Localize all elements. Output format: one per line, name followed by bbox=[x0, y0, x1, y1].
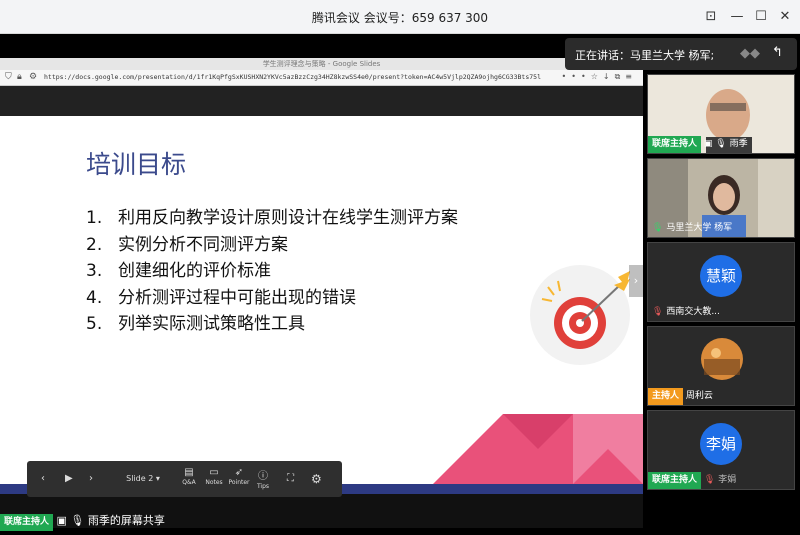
pointer-icon: ➶ bbox=[234, 467, 244, 478]
return-icon[interactable]: ↰ bbox=[772, 45, 783, 60]
maximize-icon[interactable]: ☐ bbox=[750, 6, 772, 28]
mic-icon: 🎙︎ bbox=[715, 139, 727, 149]
participant-nameplate: 联席主持人 ▣ 🎙︎ 雨季 bbox=[648, 136, 794, 153]
screen-share-label: 联席主持人 ▣ 🎙︎ 雨季的屏幕共享 bbox=[0, 512, 165, 531]
participant-name: 雨季 bbox=[729, 139, 748, 149]
participant-tile[interactable]: 🎙︎ 马里兰大学 杨军 bbox=[647, 158, 795, 238]
shared-browser-window: 学生测评理念与策略 - Google Slides ⛉ 🔒︎ ⚙ https:/… bbox=[0, 58, 643, 528]
pin-icon[interactable]: ⊡ bbox=[700, 6, 722, 28]
participant-name: 李娟 bbox=[718, 475, 737, 485]
avatar bbox=[701, 338, 743, 380]
mic-icon: 🎙︎ bbox=[70, 514, 85, 527]
browser-dark-band bbox=[0, 86, 643, 116]
qa-icon: ▤ bbox=[184, 467, 194, 478]
participant-name: 西南交大教... bbox=[666, 307, 720, 317]
mic-muted-icon: 🎙︎ bbox=[703, 475, 716, 485]
notes-button[interactable]: ▭ Notes bbox=[203, 461, 225, 497]
play-icon[interactable]: ▶ bbox=[65, 461, 73, 497]
list-item: 5. 列举实际测试策略性工具 bbox=[86, 314, 305, 334]
cohost-badge: 联席主持人 bbox=[0, 514, 54, 531]
slide-selector[interactable]: Slide 2 ▾ bbox=[119, 461, 167, 497]
participant-tile[interactable]: 主持人 周利云 bbox=[647, 326, 795, 406]
decorative-shapes bbox=[433, 414, 643, 484]
next-icon[interactable]: › bbox=[89, 461, 93, 497]
participant-name: 马里兰大学 杨军 bbox=[666, 223, 733, 233]
target-icon bbox=[530, 265, 630, 365]
previous-icon[interactable]: ‹ bbox=[41, 461, 45, 497]
audio-wave-icon: ◆◆ bbox=[740, 46, 760, 61]
speaker-text: 正在讲话：马里兰大学 杨军; bbox=[575, 49, 715, 62]
participant-nameplate: 主持人 周利云 bbox=[648, 388, 794, 405]
avatar: 慧颖 bbox=[700, 255, 742, 297]
cohost-badge: 联席主持人 bbox=[648, 136, 702, 153]
info-icon: ⓘ bbox=[258, 471, 268, 482]
minimize-icon[interactable]: — bbox=[726, 6, 748, 28]
tips-button[interactable]: ⓘ Tips bbox=[253, 461, 273, 497]
avatar: 李娟 bbox=[700, 423, 742, 465]
host-badge: 主持人 bbox=[648, 388, 684, 405]
participant-tile[interactable]: 慧颖 🎙︎ 西南交大教... bbox=[647, 242, 795, 322]
screen-share-icon: ▣ bbox=[703, 139, 713, 149]
screen-share-icon: ▣ bbox=[56, 514, 67, 527]
list-item: 4. 分析测评过程中可能出现的错误 bbox=[86, 287, 356, 308]
share-owner: 雨季的屏幕共享 bbox=[87, 514, 165, 527]
mic-icon: 🎙︎ bbox=[652, 223, 664, 233]
cohost-badge: 联席主持人 bbox=[648, 472, 702, 489]
meeting-stage: 学生测评理念与策略 - Google Slides ⛉ 🔒︎ ⚙ https:/… bbox=[0, 34, 800, 535]
gear-icon[interactable]: ⚙ bbox=[311, 461, 322, 497]
participant-tile[interactable]: 李娟 联席主持人 🎙︎ 李娟 bbox=[647, 410, 795, 490]
fullscreen-icon[interactable]: ⛶ bbox=[287, 461, 294, 497]
settings-icon[interactable]: ⚙ bbox=[29, 72, 37, 82]
shield-icon[interactable]: ⛉ bbox=[5, 72, 12, 82]
browser-address-bar: ⛉ 🔒︎ ⚙ https://docs.google.com/presentat… bbox=[0, 70, 643, 86]
qa-button[interactable]: ▤ Q&A bbox=[179, 461, 199, 497]
presentation-slide: 培训目标 1. 利用反向教学设计原则设计在线学生测评方案 2. 实例分析不同测评方案… bbox=[0, 117, 643, 494]
lock-icon[interactable]: 🔒︎ bbox=[17, 72, 22, 82]
browser-actions[interactable]: •••☆↓⧉≡ bbox=[562, 72, 637, 82]
meeting-title-bar: 腾讯会议 会议号：659 637 300 ⊡ — ☐ ✕ bbox=[0, 0, 800, 34]
active-speaker-banner: 正在讲话：马里兰大学 杨军; ◆◆ ↰ bbox=[565, 38, 797, 70]
participant-nameplate: 🎙︎ 西南交大教... bbox=[648, 304, 794, 321]
mic-muted-icon: 🎙︎ bbox=[652, 307, 664, 317]
participant-nameplate: 🎙︎ 马里兰大学 杨军 bbox=[648, 220, 794, 237]
list-item: 2. 实例分析不同测评方案 bbox=[86, 234, 288, 255]
list-item: 3. 创建细化的评价标准 bbox=[86, 261, 271, 281]
slides-toolbar: ‹ ▶ › Slide 2 ▾ ▤ Q&A ▭ Notes ➶ Pointer ⓘ Ti… bbox=[27, 461, 342, 497]
url-input[interactable]: https://docs.google.com/presentation/d/1… bbox=[44, 73, 554, 81]
close-icon[interactable]: ✕ bbox=[774, 6, 796, 28]
objective-list: 1. 利用反向教学设计原则设计在线学生测评方案 2. 实例分析不同测评方案 3. 创建… bbox=[86, 203, 458, 336]
participant-name: 周利云 bbox=[685, 391, 713, 401]
notes-icon: ▭ bbox=[209, 467, 219, 478]
participant-tile[interactable]: 联席主持人 ▣ 🎙︎ 雨季 bbox=[647, 74, 795, 154]
participant-nameplate: 联席主持人 🎙︎ 李娟 bbox=[648, 472, 794, 489]
meeting-title: 腾讯会议 会议号：659 637 300 bbox=[311, 11, 489, 25]
pointer-button[interactable]: ➶ Pointer bbox=[227, 461, 251, 497]
browser-tab-title: 学生测评理念与策略 - Google Slides bbox=[0, 58, 643, 70]
slide-title: 培训目标 bbox=[86, 150, 187, 179]
list-item: 1. 利用反向教学设计原则设计在线学生测评方案 bbox=[86, 208, 458, 228]
next-slide-arrow[interactable]: › bbox=[629, 265, 643, 297]
